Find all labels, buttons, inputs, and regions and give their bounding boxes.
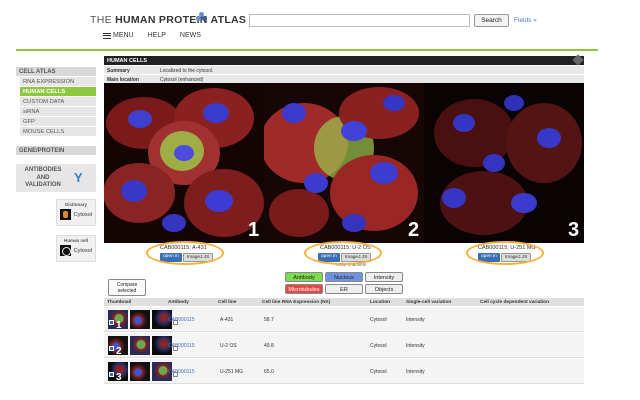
panel-title: HUMAN CELLS [104, 54, 584, 66]
rna-value: 49.8 [264, 343, 274, 349]
nav-news[interactable]: NEWS [180, 32, 201, 39]
col-antibody: Antibody [168, 299, 189, 305]
location-value: Cytosol [370, 317, 387, 323]
microscopy-image-2[interactable]: 2 [264, 83, 424, 243]
cell-line-value: A-431 [220, 317, 234, 323]
row-thumbnails: 2 [108, 336, 178, 355]
antibody-link[interactable]: CAB000115 [168, 369, 195, 375]
channel-intensity-toggle[interactable]: Intensity [365, 272, 403, 282]
summary-row: Summary Localized to the cytosol. [104, 66, 584, 74]
summary-label: Summary [107, 67, 130, 74]
row-thumbnail[interactable]: 2 [108, 336, 128, 355]
channel-er-toggle[interactable]: ER [325, 284, 363, 294]
table-row: 2 CAB000115 U-2 OS 49.8 Cytosol Intensit… [104, 333, 584, 358]
logo-main: HUMAN PROTEIN ATLAS [115, 14, 247, 26]
panel-title-text: HUMAN CELLS [107, 57, 148, 64]
site-logo[interactable]: THE HUMAN PROTEIN ATLAS [90, 14, 246, 26]
highlight-oval-3 [466, 241, 544, 265]
sidebar-section-cell-atlas[interactable]: CELL ATLAS [16, 67, 96, 76]
sidebar-item-rna-expression[interactable]: RNA EXPRESSION [20, 77, 96, 86]
cell-line-value: U-251 MG [220, 369, 244, 375]
variation-value: Intensity [406, 317, 425, 323]
header-divider [16, 49, 598, 51]
table-row: 3 CAB000115 U-251 MG 65.0 Cytosol Intens… [104, 359, 584, 384]
row-thumbnail[interactable] [130, 310, 150, 329]
image-number-2: 2 [408, 219, 420, 241]
highlight-oval-1 [146, 241, 224, 265]
summary-value: Localized to the cytosol. [160, 67, 214, 74]
dictionary-thumbnail-icon [60, 209, 71, 220]
sidebar-item-gfp[interactable]: GFP [20, 117, 96, 126]
channel-nucleus-toggle[interactable]: Nucleus [325, 272, 363, 282]
col-cell-line: Cell line [218, 299, 237, 305]
col-rna-expression: Cell line RNA Expression (NX) [262, 299, 331, 305]
sidebar-section-gene-protein[interactable]: GENE/PROTEIN [16, 146, 96, 155]
location-label: Main location [107, 76, 139, 83]
image-number-3: 3 [568, 219, 580, 241]
logo-prefix: THE [90, 14, 112, 26]
row-thumbnail[interactable] [130, 336, 150, 355]
row-number: 2 [116, 346, 122, 355]
image-number-1: 1 [248, 219, 260, 241]
nav-help[interactable]: HELP [148, 32, 166, 39]
row-thumbnail[interactable] [130, 362, 150, 381]
microscopy-image-1[interactable]: 1 [104, 83, 264, 243]
row-checkbox[interactable] [109, 346, 114, 351]
location-value: Cytosol [370, 369, 387, 375]
channel-objects-toggle[interactable]: Objects [365, 284, 403, 294]
table-row: 1 CAB000115 A-431 58.7 Cytosol Intensity [104, 307, 584, 332]
top-nav: MENU HELP NEWS [103, 32, 201, 39]
col-cell-cycle-variation: Cell cycle dependent variation [480, 299, 550, 305]
cell-thumbnail-icon [60, 245, 71, 256]
compare-selected-button[interactable]: Compare selected [108, 279, 146, 296]
location-value: Cytosol [370, 343, 387, 349]
sidebar-item-mouse-cells[interactable]: MOUSE CELLS [20, 127, 96, 136]
rna-value: 58.7 [264, 317, 274, 323]
antibody-icon: Y [74, 170, 83, 185]
col-single-cell-variation: Single-cell variation [406, 299, 452, 305]
row-thumbnails: 3 [108, 362, 178, 381]
row-checkbox[interactable] [109, 372, 114, 377]
sidebar-item-custom-data[interactable]: CUSTOM DATA [20, 97, 96, 106]
row-number: 1 [116, 320, 122, 329]
row-thumbnail[interactable]: 3 [108, 362, 128, 381]
logo-mark-icon [196, 12, 208, 22]
col-thumbnail: Thumbnail [107, 299, 132, 305]
hamburger-icon [103, 32, 111, 39]
row-checkbox[interactable] [109, 320, 114, 325]
cell-line-value: U-2 OS [220, 343, 237, 349]
nav-menu-label: MENU [113, 32, 134, 39]
human-cell-card[interactable]: Human cell Cytosol [56, 235, 96, 262]
search-input[interactable] [249, 14, 470, 27]
results-table-header: Thumbnail Antibody Cell line Cell line R… [104, 298, 584, 306]
fields-link[interactable]: Fields » [514, 17, 537, 24]
variation-value: Intensity [406, 369, 425, 375]
rna-value: 65.0 [264, 369, 274, 375]
location-value: Cytosol (enhanced) [160, 76, 204, 83]
channel-antibody-toggle[interactable]: Antibody [285, 272, 323, 282]
location-row: Main location Cytosol (enhanced) [104, 75, 584, 83]
highlight-oval-2 [304, 241, 382, 265]
human-cell-label: Cytosol [73, 247, 92, 254]
channel-microtubules-toggle[interactable]: Microtubules [285, 284, 323, 294]
antibody-link[interactable]: CAB000115 [168, 317, 195, 323]
antibodies-validation-link[interactable]: ANTIBODIES AND VALIDATION Y [16, 164, 96, 192]
row-thumbnail[interactable]: 1 [108, 310, 128, 329]
col-location: Location [370, 299, 390, 305]
microscopy-image-3[interactable]: 3 [424, 83, 584, 243]
search-button[interactable]: Search [474, 14, 509, 27]
menu-button[interactable]: MENU [103, 32, 134, 39]
row-thumbnails: 1 [108, 310, 178, 329]
sidebar-item-sirna[interactable]: siRNA [20, 107, 96, 116]
antibodies-validation-label: ANTIBODIES AND VALIDATION [24, 167, 62, 188]
panel-corner-icon [572, 54, 584, 66]
antibody-link[interactable]: CAB000115 [168, 343, 195, 349]
dictionary-label: Cytosol [73, 211, 92, 218]
dictionary-card[interactable]: Dictionary Cytosol [56, 199, 96, 226]
variation-value: Intensity [406, 343, 425, 349]
sidebar-item-human-cells[interactable]: HUMAN CELLS [20, 87, 96, 96]
row-number: 3 [116, 372, 122, 381]
